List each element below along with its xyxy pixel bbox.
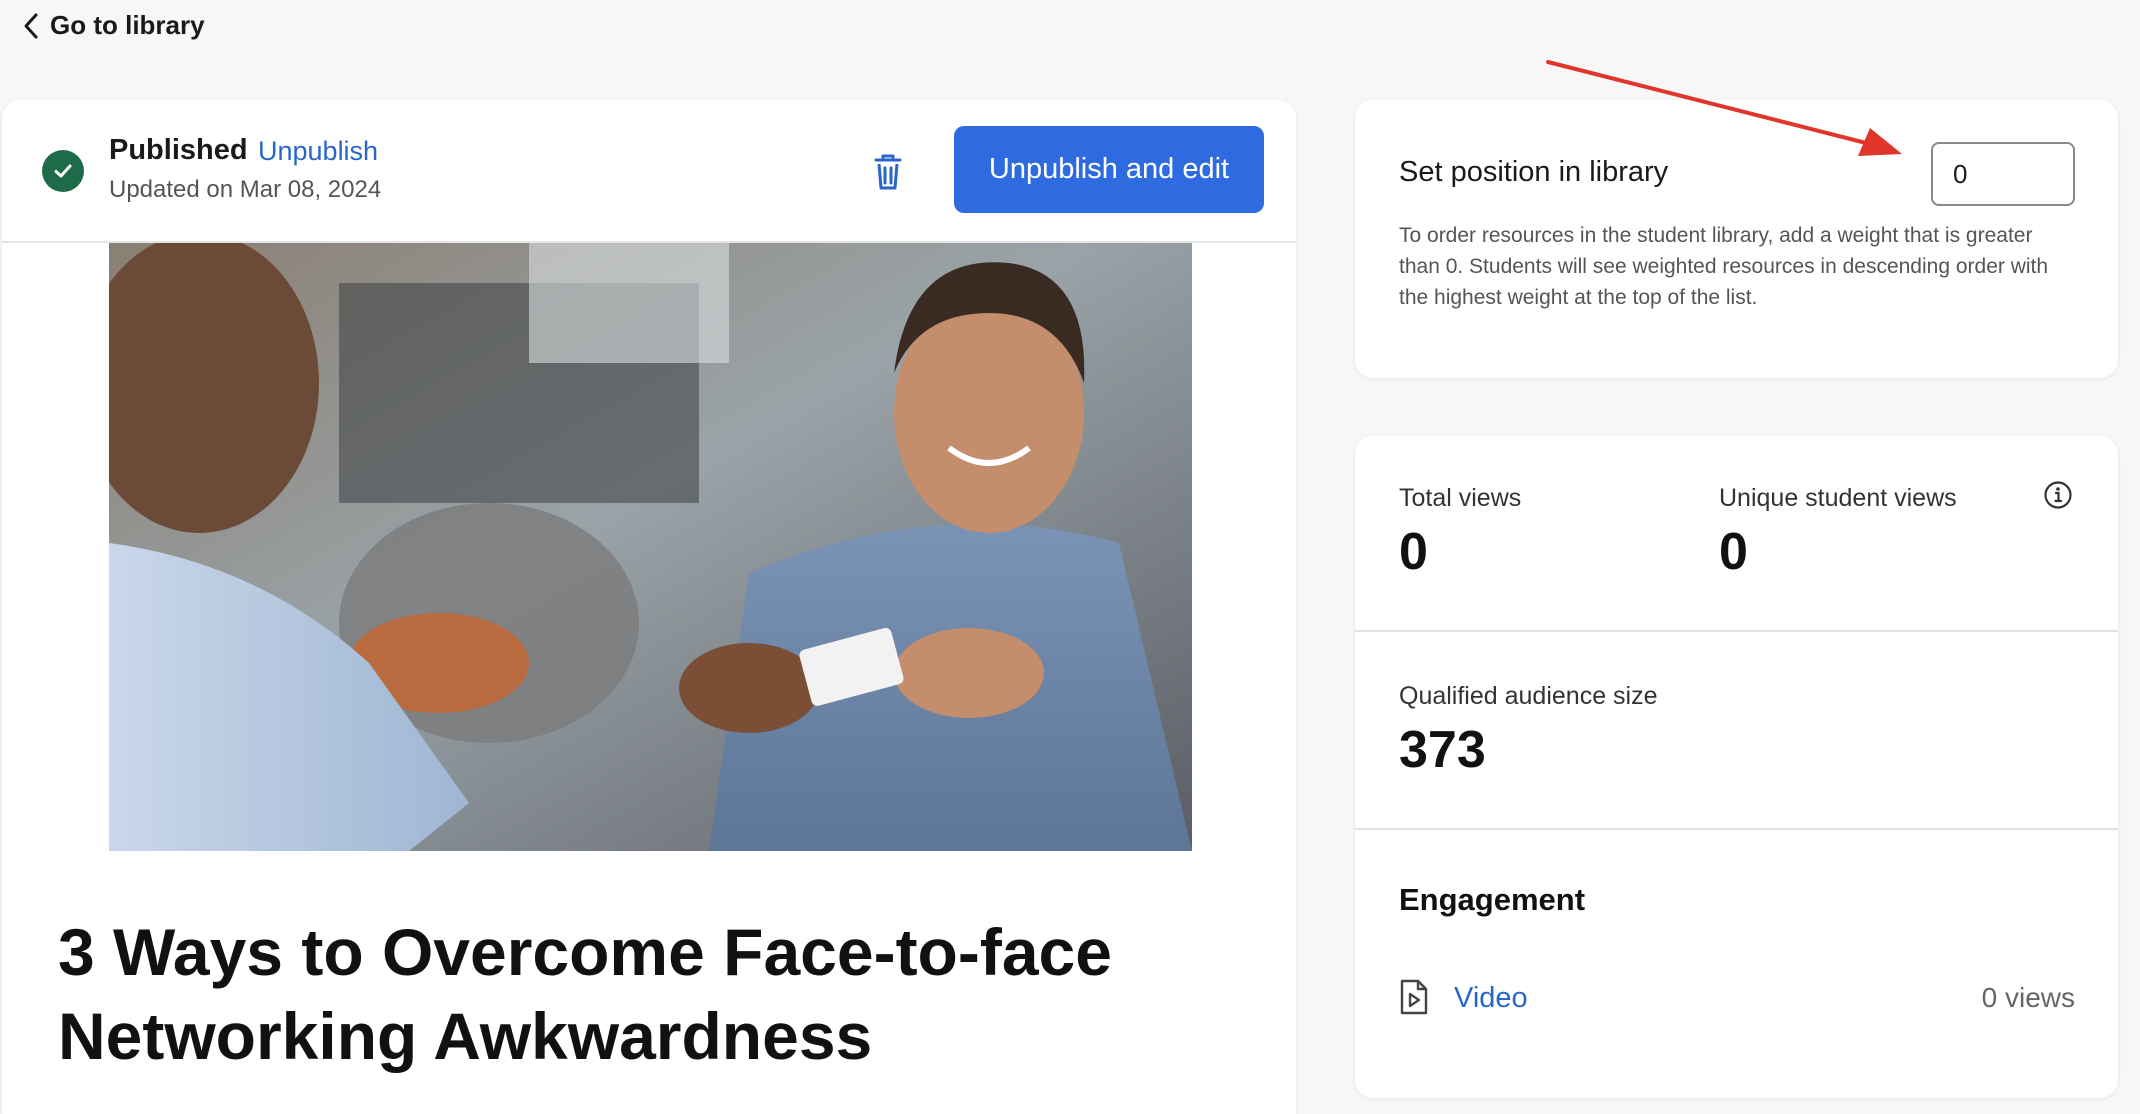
position-description: To order resources in the student librar… bbox=[1399, 224, 2049, 309]
audience-value: 373 bbox=[1399, 721, 1486, 779]
back-to-library-link[interactable]: Go to library bbox=[22, 10, 205, 41]
check-circle-icon bbox=[42, 150, 84, 192]
total-views-value: 0 bbox=[1399, 523, 1428, 581]
views-section: Total views 0 Unique student views 0 bbox=[1355, 436, 2118, 632]
position-weight-input[interactable] bbox=[1931, 142, 2075, 206]
video-file-icon bbox=[1400, 979, 1428, 1015]
engagement-title: Engagement bbox=[1399, 882, 1586, 917]
stats-card: Total views 0 Unique student views 0 Qua… bbox=[1355, 436, 2118, 1098]
updated-date: Updated on Mar 08, 2024 bbox=[109, 176, 382, 203]
page: Go to library Published Unpublish Update… bbox=[0, 0, 2140, 1114]
total-views-label: Total views bbox=[1399, 484, 1522, 512]
back-link-label: Go to library bbox=[50, 10, 205, 40]
engagement-item: Video 0 views bbox=[1399, 978, 2075, 1018]
chevron-left-icon bbox=[24, 13, 38, 38]
audience-label: Qualified audience size bbox=[1399, 682, 1658, 710]
unique-views-label: Unique student views bbox=[1719, 484, 1957, 512]
info-icon[interactable] bbox=[2043, 480, 2073, 510]
article-title: 3 Ways to Overcome Face-to-face Networki… bbox=[58, 915, 1112, 1073]
audience-section: Qualified audience size 373 bbox=[1355, 632, 2118, 830]
unpublish-and-edit-button[interactable]: Unpublish and edit bbox=[954, 126, 1264, 213]
video-link[interactable]: Video bbox=[1454, 982, 1528, 1015]
resource-card: Published Unpublish Updated on Mar 08, 2… bbox=[2, 100, 1296, 1114]
hero-image bbox=[109, 243, 1192, 851]
engagement-section: Engagement Video 0 views bbox=[1355, 830, 2118, 1098]
video-views-count: 0 views bbox=[1981, 982, 2075, 1013]
unpublish-link[interactable]: Unpublish bbox=[258, 136, 378, 167]
library-position-card: Set position in library To order resourc… bbox=[1355, 100, 2118, 378]
unique-views-value: 0 bbox=[1719, 523, 1748, 581]
trash-icon[interactable] bbox=[868, 150, 908, 192]
status-title: Published bbox=[109, 134, 248, 166]
position-title: Set position in library bbox=[1399, 156, 1669, 188]
publish-status-bar: Published Unpublish Updated on Mar 08, 2… bbox=[2, 100, 1296, 243]
